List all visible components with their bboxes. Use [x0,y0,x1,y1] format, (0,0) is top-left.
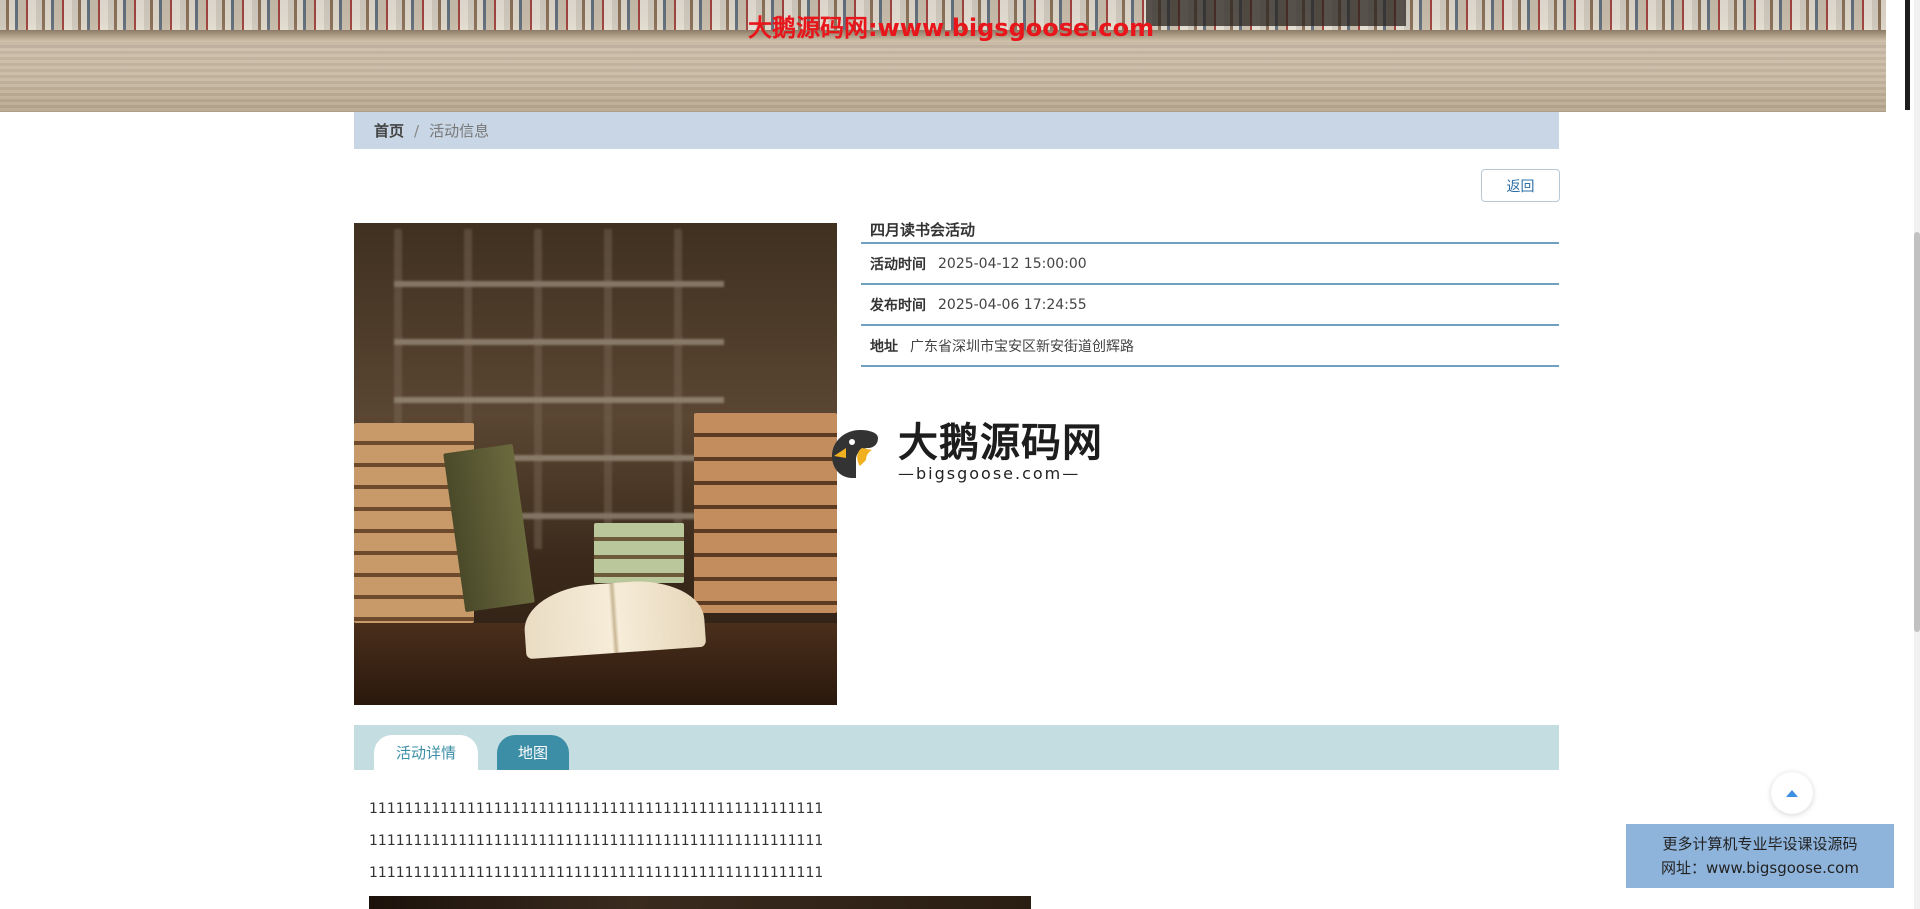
watermark-logo: 大鹅源码网 —bigsgoose.com— [826,420,1102,485]
scrollbar-thumb[interactable] [1914,232,1920,632]
banner-shadow [1146,0,1406,26]
promo-line-1: 更多计算机专业毕设课设源码 [1662,835,1858,853]
activity-info: 四月读书会活动 活动时间 2025-04-12 15:00:00 发布时间 20… [861,218,1559,367]
detail-line: 1111111111111111111111111111111111111111… [369,865,824,881]
breadcrumb-current: 活动信息 [429,122,490,140]
back-to-top-button[interactable] [1771,772,1813,814]
activity-image [354,223,837,705]
breadcrumb: 首页 / 活动信息 [354,112,1559,149]
page-scrollbar[interactable] [1914,0,1920,909]
activity-title: 四月读书会活动 [861,218,1559,244]
logo-title: 大鹅源码网 [898,420,1103,466]
image-book-stack-right [694,413,837,613]
info-value: 2025-04-06 17:24:55 [938,296,1087,313]
promo-line-2: 网址：www.bigsgoose.com [1661,859,1859,877]
info-label: 地址 [870,338,898,355]
detail-content: 1111111111111111111111111111111111111111… [369,797,823,893]
logo-subtitle: —bigsgoose.com— [898,464,1081,483]
chevron-up-icon [1786,790,1798,797]
tab-bar: 活动详情 地图 [354,725,1559,770]
info-value: 2025-04-12 15:00:00 [938,255,1087,272]
breadcrumb-separator: / [414,121,420,140]
back-button[interactable]: 返回 [1481,169,1560,202]
breadcrumb-home[interactable]: 首页 [374,120,404,141]
detail-image [369,896,1031,909]
banner-watermark: 大鹅源码网:www.bigsgoose.com [748,14,1155,42]
info-row-activity-time: 活动时间 2025-04-12 15:00:00 [861,244,1559,285]
goose-icon [832,430,878,478]
info-value: 广东省深圳市宝安区新安街道创辉路 [910,338,1134,355]
info-label: 发布时间 [870,297,926,314]
info-row-publish-time: 发布时间 2025-04-06 17:24:55 [861,285,1559,326]
image-open-book [521,576,707,660]
tab-activity-detail[interactable]: 活动详情 [374,735,478,770]
promo-banner[interactable]: 更多计算机专业毕设课设源码 网址：www.bigsgoose.com [1626,824,1894,888]
banner-wood-grain [0,42,1886,112]
detail-line: 1111111111111111111111111111111111111111… [369,833,824,849]
tab-map[interactable]: 地图 [497,735,569,770]
info-label: 活动时间 [870,256,926,273]
right-strip [1905,0,1910,110]
detail-line: 1111111111111111111111111111111111111111… [369,801,824,817]
image-book-stack-middle [594,523,684,583]
info-row-address: 地址 广东省深圳市宝安区新安街道创辉路 [861,326,1559,367]
